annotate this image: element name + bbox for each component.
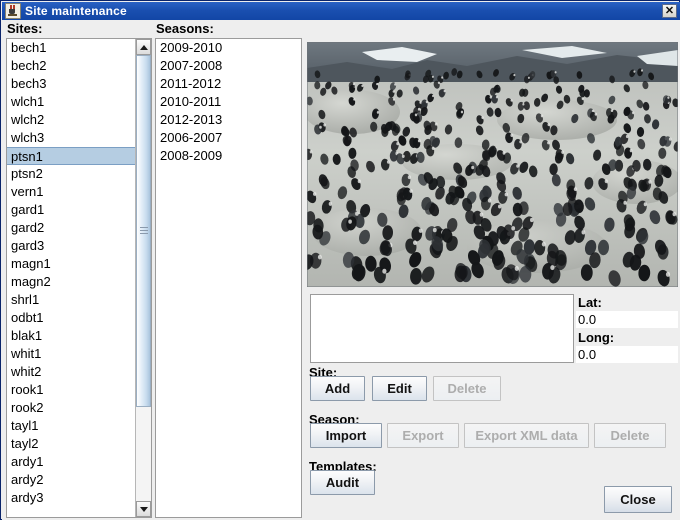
site-item[interactable]: rook1 bbox=[7, 381, 135, 399]
season-item[interactable]: 2011-2012 bbox=[156, 75, 301, 93]
delete-site-button: Delete bbox=[433, 376, 501, 401]
site-item[interactable]: ptsn1 bbox=[7, 147, 135, 165]
window-title: Site maintenance bbox=[25, 4, 127, 18]
penguin-colony-photo bbox=[307, 42, 678, 287]
site-item[interactable]: tayl2 bbox=[7, 435, 135, 453]
site-item[interactable]: bech1 bbox=[7, 39, 135, 57]
long-label: Long: bbox=[576, 329, 678, 346]
site-item[interactable]: ardy1 bbox=[7, 453, 135, 471]
close-icon[interactable]: ✕ bbox=[662, 4, 677, 18]
site-item[interactable]: ardy3 bbox=[7, 489, 135, 507]
site-notes-textarea[interactable] bbox=[310, 294, 574, 363]
site-item[interactable]: bech3 bbox=[7, 75, 135, 93]
site-maintenance-window: Site maintenance ✕ Sites: bech1 bech2 bech… bbox=[0, 0, 680, 520]
sites-list[interactable]: bech1 bech2 bech3 wlch1 wlch2 wlch3 ptsn1 ptsn2… bbox=[6, 38, 152, 518]
season-item[interactable]: 2007-2008 bbox=[156, 57, 301, 75]
season-item[interactable]: 2012-2013 bbox=[156, 111, 301, 129]
scroll-down-icon[interactable] bbox=[136, 501, 151, 517]
audit-button[interactable]: Audit bbox=[310, 470, 375, 495]
lat-field[interactable]: 0.0 bbox=[576, 311, 678, 328]
site-item[interactable]: gard3 bbox=[7, 237, 135, 255]
site-item[interactable]: magn2 bbox=[7, 273, 135, 291]
java-cup-icon bbox=[5, 3, 21, 19]
site-item[interactable]: magn1 bbox=[7, 255, 135, 273]
site-item[interactable]: tayl1 bbox=[7, 417, 135, 435]
delete-season-button: Delete bbox=[594, 423, 666, 448]
lat-label: Lat: bbox=[576, 294, 678, 311]
scroll-up-icon[interactable] bbox=[136, 39, 151, 55]
site-item[interactable]: odbt1 bbox=[7, 309, 135, 327]
site-item[interactable]: vern1 bbox=[7, 183, 135, 201]
site-item[interactable]: gard1 bbox=[7, 201, 135, 219]
site-item[interactable]: bech2 bbox=[7, 57, 135, 75]
sites-scrollbar[interactable] bbox=[135, 39, 151, 517]
scrollbar-thumb[interactable] bbox=[136, 55, 151, 408]
site-item[interactable]: shrl1 bbox=[7, 291, 135, 309]
export-xml-data-button: Export XML data bbox=[464, 423, 589, 448]
add-site-button[interactable]: Add bbox=[310, 376, 365, 401]
long-field[interactable]: 0.0 bbox=[576, 346, 678, 363]
photo-image bbox=[307, 42, 678, 287]
season-item[interactable]: 2009-2010 bbox=[156, 39, 301, 57]
seasons-list[interactable]: 2009-2010 2007-2008 2011-2012 2010-2011 2012… bbox=[155, 38, 302, 518]
season-item[interactable]: 2006-2007 bbox=[156, 129, 301, 147]
site-item[interactable]: rook2 bbox=[7, 399, 135, 417]
site-item[interactable]: blak1 bbox=[7, 327, 135, 345]
season-item[interactable]: 2010-2011 bbox=[156, 93, 301, 111]
site-item[interactable]: ptsn2 bbox=[7, 165, 135, 183]
scrollbar-track[interactable] bbox=[136, 55, 151, 501]
window-content: Sites: bech1 bech2 bech3 wlch1 wlch2 wlch3 pts… bbox=[2, 20, 680, 520]
seasons-label: Seasons: bbox=[156, 21, 214, 36]
export-season-button: Export bbox=[387, 423, 459, 448]
site-item[interactable]: whit1 bbox=[7, 345, 135, 363]
grip-icon bbox=[140, 227, 148, 235]
site-item[interactable]: ardy2 bbox=[7, 471, 135, 489]
site-item[interactable]: whit2 bbox=[7, 363, 135, 381]
edit-site-button[interactable]: Edit bbox=[372, 376, 427, 401]
sites-label: Sites: bbox=[7, 21, 43, 36]
site-item[interactable]: gard2 bbox=[7, 219, 135, 237]
site-item[interactable]: wlch1 bbox=[7, 93, 135, 111]
site-item[interactable]: wlch3 bbox=[7, 129, 135, 147]
site-item[interactable]: wlch2 bbox=[7, 111, 135, 129]
coordinates-panel: Lat: 0.0 Long: 0.0 bbox=[576, 294, 678, 363]
titlebar: Site maintenance ✕ bbox=[2, 2, 680, 20]
season-item[interactable]: 2008-2009 bbox=[156, 147, 301, 165]
import-season-button[interactable]: Import bbox=[310, 423, 382, 448]
close-button[interactable]: Close bbox=[604, 486, 672, 513]
